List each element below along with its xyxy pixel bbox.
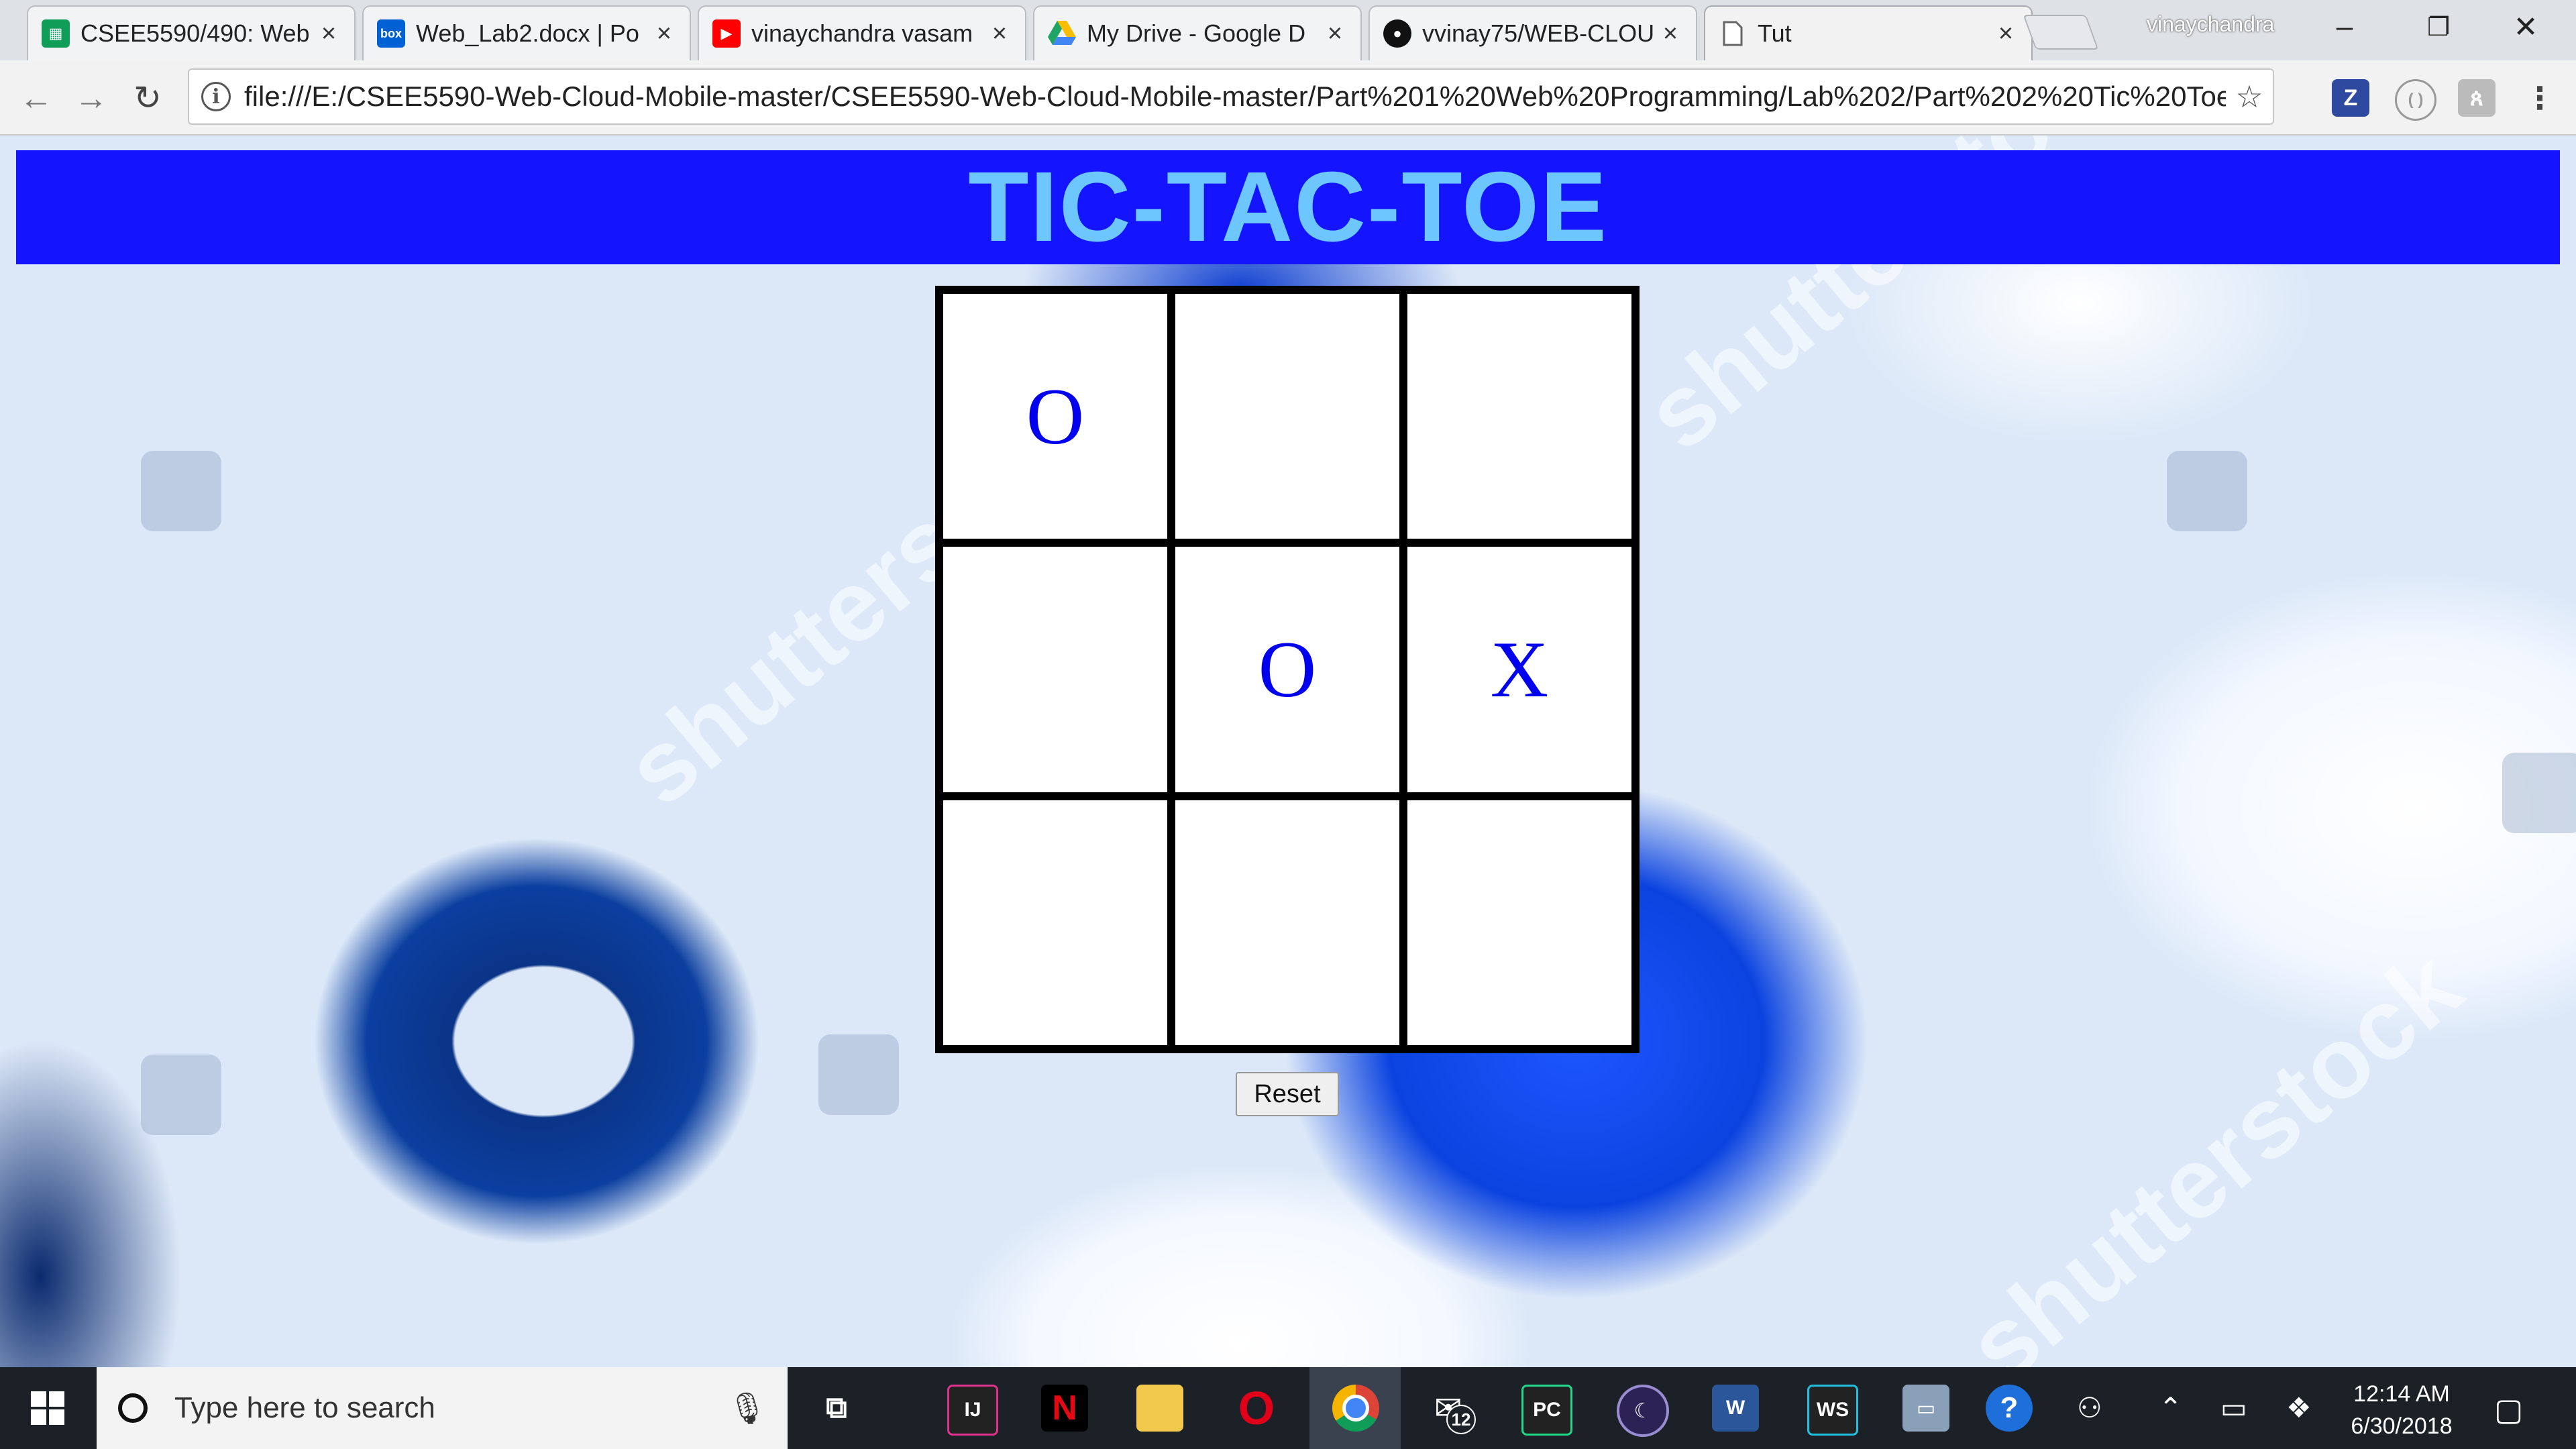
close-icon[interactable]: ×	[1323, 19, 1347, 48]
board-cell-6[interactable]: X	[1407, 547, 1631, 792]
drive-icon	[1048, 19, 1076, 48]
tab-title: CSEE5590/490: Web	[80, 19, 310, 47]
tab-github[interactable]: ● vvinay75/WEB-CLOU ×	[1368, 5, 1697, 60]
close-window-icon[interactable]: ✕	[2489, 7, 2563, 47]
microphone-icon[interactable]: 🎙	[727, 1390, 767, 1427]
profile-name[interactable]: vinaychandra	[2147, 12, 2274, 37]
tab-google-drive[interactable]: My Drive - Google D ×	[1033, 5, 1362, 60]
browser-toolbar: ← → ↻ i file:///E:/CSEE5590-Web-Cloud-Mo…	[0, 60, 2576, 136]
file-explorer-icon[interactable]	[1136, 1385, 1183, 1432]
people-icon[interactable]: ⚇	[2077, 1391, 2102, 1424]
chrome-icon[interactable]	[1332, 1385, 1379, 1432]
forward-icon[interactable]: →	[71, 78, 111, 118]
extension-icon[interactable]: ( )	[2395, 79, 2436, 121]
eclipse-icon[interactable]: ☾	[1617, 1385, 1669, 1437]
opera-icon[interactable]: O	[1233, 1382, 1280, 1434]
zotero-icon[interactable]: Z	[2332, 79, 2369, 117]
board-cell-1[interactable]: O	[943, 294, 1167, 539]
close-icon[interactable]: ×	[987, 19, 1012, 48]
clock-date: 6/30/2018	[2351, 1413, 2453, 1439]
close-icon[interactable]: ×	[1658, 19, 1682, 48]
menu-icon[interactable]: ⋮	[2521, 79, 2559, 117]
youtube-icon: ▶	[712, 19, 741, 48]
windows-start-icon[interactable]	[0, 1367, 95, 1449]
board-cell-8[interactable]	[1175, 800, 1399, 1045]
board-cell-5[interactable]: O	[1175, 547, 1399, 792]
page-title: TIC-TAC-TOE	[968, 152, 1608, 262]
board-cell-3[interactable]	[1407, 294, 1631, 539]
tab-tut[interactable]: Tut ×	[1704, 5, 2033, 60]
bookmark-star-icon[interactable]: ☆	[2226, 78, 2273, 115]
tab-csee5590[interactable]: ▦ CSEE5590/490: Web ×	[27, 5, 356, 60]
tab-title: vinaychandra vasam	[751, 19, 973, 47]
mail-badge: 12	[1446, 1405, 1476, 1434]
back-icon[interactable]: ←	[16, 78, 56, 118]
watermark-icon	[2502, 753, 2576, 833]
info-icon[interactable]: i	[201, 82, 231, 111]
close-icon[interactable]: ×	[1994, 19, 2018, 48]
notifications-icon[interactable]: ▢	[2494, 1391, 2523, 1428]
close-icon[interactable]: ×	[652, 19, 676, 48]
tab-youtube[interactable]: ▶ vinaychandra vasam ×	[698, 5, 1026, 60]
pycharm-icon[interactable]: PC	[1521, 1385, 1572, 1436]
reset-button[interactable]: Reset	[1236, 1072, 1339, 1116]
browser-tab-strip: ▦ CSEE5590/490: Web × box Web_Lab2.docx …	[0, 0, 2576, 60]
watermark-icon	[818, 1034, 899, 1115]
address-bar[interactable]: i file:///E:/CSEE5590-Web-Cloud-Mobile-m…	[188, 68, 2274, 125]
board-cell-9[interactable]	[1407, 800, 1631, 1045]
watermark-icon	[2167, 451, 2247, 531]
board-cell-4[interactable]	[943, 547, 1167, 792]
webstorm-icon[interactable]: WS	[1807, 1385, 1858, 1436]
tab-title: Tut	[1758, 19, 1792, 47]
dropbox-icon[interactable]: ❖	[2286, 1391, 2312, 1424]
sheets-icon: ▦	[42, 19, 70, 48]
page-viewport: shutterstock shutterstock shutterstock T…	[0, 136, 2576, 1367]
taskbar-search[interactable]: Type here to search 🎙	[97, 1367, 788, 1449]
tab-title: My Drive - Google D	[1087, 19, 1306, 47]
watermark-icon	[141, 451, 221, 531]
clock-time: 12:14 AM	[2353, 1381, 2450, 1407]
tab-web-lab2[interactable]: box Web_Lab2.docx | Po ×	[362, 5, 691, 60]
netflix-icon[interactable]: N	[1041, 1385, 1088, 1432]
url-text[interactable]: file:///E:/CSEE5590-Web-Cloud-Mobile-mas…	[244, 80, 2226, 113]
system-clock[interactable]: 12:14 AM 6/30/2018	[2321, 1378, 2482, 1442]
board-cell-2[interactable]	[1175, 294, 1399, 539]
word-icon[interactable]: W	[1712, 1385, 1759, 1432]
github-icon: ●	[1383, 19, 1411, 48]
show-hidden-icons[interactable]: ⌃	[2159, 1391, 2182, 1424]
tab-title: vvinay75/WEB-CLOU	[1422, 19, 1655, 47]
new-tab-button[interactable]	[2023, 15, 2099, 50]
mail-icon[interactable]: ✉ 12	[1425, 1385, 1476, 1434]
cortana-icon	[118, 1393, 148, 1423]
minimize-icon[interactable]: –	[2308, 7, 2381, 47]
close-icon[interactable]: ×	[317, 19, 341, 48]
page-icon	[1719, 19, 1747, 48]
task-view-icon[interactable]: ⧉	[813, 1385, 860, 1432]
intellij-icon[interactable]: IJ	[947, 1385, 998, 1436]
evernote-icon[interactable]: ጰ	[2458, 79, 2496, 117]
game-board: O O X	[935, 286, 1640, 1053]
watermark-text: shutterstock	[1946, 928, 2481, 1367]
reload-icon[interactable]: ↻	[127, 78, 168, 118]
title-banner: TIC-TAC-TOE	[16, 150, 2560, 264]
watermark-icon	[141, 1055, 221, 1135]
help-icon[interactable]: ?	[1986, 1385, 2033, 1432]
computer-icon[interactable]: ▭	[1902, 1385, 1949, 1432]
taskbar: Type here to search 🎙 ⧉ IJ N O ✉ 12 PC ☾ …	[0, 1367, 2576, 1449]
restore-icon[interactable]: ❐	[2402, 7, 2475, 47]
search-placeholder[interactable]: Type here to search	[174, 1391, 727, 1425]
tab-title: Web_Lab2.docx | Po	[416, 19, 639, 47]
box-icon: box	[377, 19, 405, 48]
board-cell-7[interactable]	[943, 800, 1167, 1045]
battery-icon[interactable]: ▭	[2220, 1391, 2247, 1424]
